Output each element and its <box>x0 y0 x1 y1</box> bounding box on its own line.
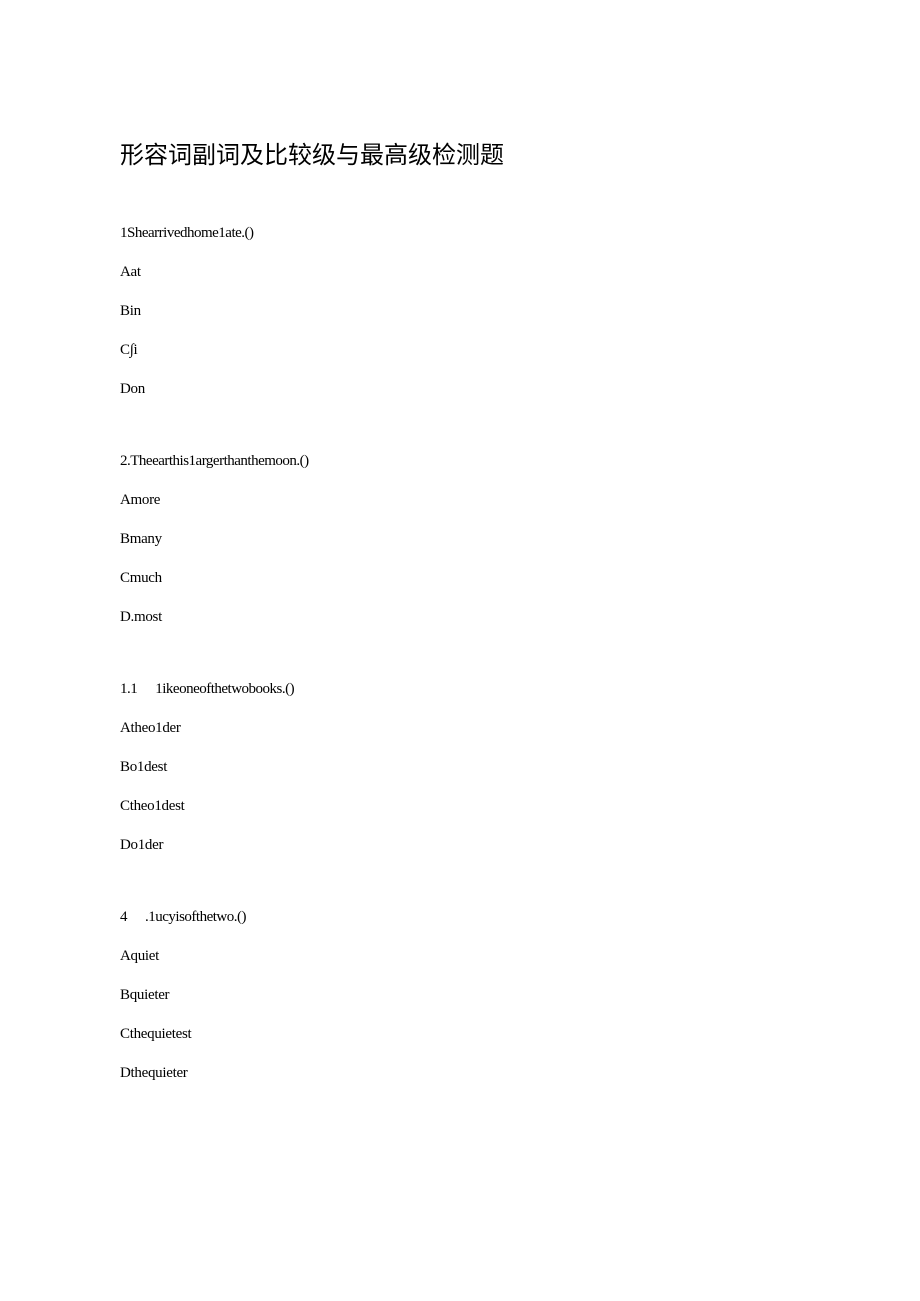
question-1-option-c: C∫i <box>120 342 800 359</box>
question-4-stem: .1ucyisofthetwo.() <box>145 909 246 925</box>
question-4-number: 4 <box>120 909 127 926</box>
question-3-text: 1.1 1ikeoneofthetwobooks.() <box>120 681 800 698</box>
question-3-option-c: Ctheo1dest <box>120 798 800 815</box>
question-1-text: 1Shearrivedhome1ate.() <box>120 225 800 242</box>
document-title: 形容词副词及比较级与最高级检测题 <box>120 135 800 170</box>
question-1-option-b: Bin <box>120 303 800 320</box>
question-4-option-b: Bquieter <box>120 987 800 1004</box>
question-4-option-c: Cthequietest <box>120 1026 800 1043</box>
question-3: 1.1 1ikeoneofthetwobooks.() Atheo1der Bo1… <box>120 681 800 854</box>
question-2-text: 2.Theearthis1argerthanthemoon.() <box>120 453 800 470</box>
question-3-option-b: Bo1dest <box>120 759 800 776</box>
question-3-option-d: Do1der <box>120 837 800 854</box>
question-2-option-a: Amore <box>120 492 800 509</box>
question-3-stem: 1ikeoneofthetwobooks.() <box>155 681 294 697</box>
question-3-number: 1.1 <box>120 681 137 698</box>
question-4-option-a: Aquiet <box>120 948 800 965</box>
question-4-text: 4 .1ucyisofthetwo.() <box>120 909 800 926</box>
question-4-option-d: Dthequieter <box>120 1065 800 1082</box>
question-2-option-b: Bmany <box>120 531 800 548</box>
question-4: 4 .1ucyisofthetwo.() Aquiet Bquieter Cthe… <box>120 909 800 1082</box>
question-2: 2.Theearthis1argerthanthemoon.() Amore B… <box>120 453 800 626</box>
question-1: 1Shearrivedhome1ate.() Aat Bin C∫i Don <box>120 225 800 398</box>
question-1-option-a: Aat <box>120 264 800 281</box>
question-1-option-d: Don <box>120 381 800 398</box>
question-2-option-d: D.most <box>120 609 800 626</box>
question-2-option-c: Cmuch <box>120 570 800 587</box>
question-3-option-a: Atheo1der <box>120 720 800 737</box>
